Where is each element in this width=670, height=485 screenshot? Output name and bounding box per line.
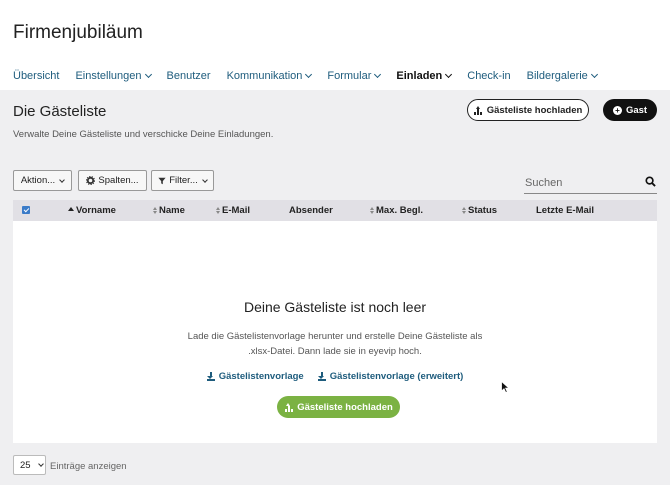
upload-guestlist-label: Gästeliste hochladen bbox=[486, 104, 583, 116]
template-download-link[interactable]: Gästelistenvorlage bbox=[206, 371, 304, 382]
nav-label: Einstellungen bbox=[75, 70, 142, 82]
column-label: E-Mail bbox=[222, 205, 250, 216]
nav-item-benutzer[interactable]: Benutzer bbox=[167, 70, 211, 82]
chevron-down-icon bbox=[201, 176, 208, 183]
column-label: Letzte E-Mail bbox=[536, 205, 595, 216]
nav-label: Kommunikation bbox=[226, 70, 303, 82]
sort-icon bbox=[216, 207, 220, 214]
main-nav: Übersicht Einstellungen Benutzer Kommuni… bbox=[13, 70, 613, 82]
template-link-label: Gästelistenvorlage bbox=[218, 371, 304, 382]
nav-item-check-in[interactable]: Check-in bbox=[467, 70, 510, 82]
column-label: Vorname bbox=[76, 205, 116, 216]
page-title: Die Gästeliste bbox=[13, 103, 107, 120]
template-extended-download-link[interactable]: Gästelistenvorlage (erweitert) bbox=[317, 371, 464, 382]
chevron-down-icon bbox=[305, 70, 313, 79]
column-label: Name bbox=[159, 205, 185, 216]
column-header-max-begl[interactable]: Max. Begl. bbox=[370, 200, 423, 221]
add-guest-button[interactable]: + Gast bbox=[603, 99, 657, 121]
column-label: Status bbox=[468, 205, 498, 216]
filter-dropdown[interactable]: Filter... bbox=[151, 170, 214, 191]
search-input[interactable] bbox=[524, 174, 634, 192]
page-size-value: 25 bbox=[20, 459, 31, 471]
column-header-email[interactable]: E-Mail bbox=[216, 200, 250, 221]
template-extended-link-label: Gästelistenvorlage (erweitert) bbox=[329, 371, 464, 382]
nav-label: Einladen bbox=[396, 70, 443, 82]
column-label: Absender bbox=[289, 205, 333, 216]
plus-circle-icon: + bbox=[612, 105, 622, 115]
column-header-name[interactable]: Name bbox=[153, 200, 185, 221]
page-subtitle: Verwalte Deine Gästeliste und verschicke… bbox=[13, 129, 274, 140]
chevron-down-icon bbox=[37, 461, 44, 467]
upload-icon bbox=[284, 402, 293, 412]
upload-guestlist-main-label: Gästeliste hochladen bbox=[297, 401, 393, 413]
upload-guestlist-main-button[interactable]: Gästeliste hochladen bbox=[277, 396, 400, 418]
nav-item-einstellungen[interactable]: Einstellungen bbox=[75, 70, 152, 82]
columns-dropdown[interactable]: Spalten... bbox=[78, 170, 147, 191]
nav-item-formular[interactable]: Formular bbox=[327, 70, 382, 82]
filter-label: Filter... bbox=[169, 175, 198, 186]
mouse-cursor-icon bbox=[501, 381, 510, 393]
nav-item-einladen[interactable]: Einladen bbox=[396, 70, 453, 82]
top-bar: Firmenjubiläum Übersicht Einstellungen B… bbox=[0, 0, 670, 90]
nav-label: Übersicht bbox=[13, 70, 60, 82]
chevron-down-icon bbox=[374, 70, 382, 79]
download-icon bbox=[206, 372, 215, 381]
empty-state-panel: Deine Gästeliste ist noch leer Lade die … bbox=[13, 221, 657, 443]
nav-label: Bildergalerie bbox=[526, 70, 588, 82]
empty-state-title: Deine Gästeliste ist noch leer bbox=[243, 299, 427, 315]
sort-icon bbox=[462, 207, 466, 214]
table-header: Vorname Name E-Mail Absender Max. Begl. … bbox=[13, 200, 657, 221]
chevron-down-icon bbox=[144, 70, 152, 79]
column-label: Max. Begl. bbox=[376, 205, 423, 216]
nav-label: Check-in bbox=[467, 70, 511, 82]
gear-icon bbox=[86, 176, 96, 185]
actions-label: Aktion... bbox=[20, 175, 56, 186]
select-all-checkbox[interactable] bbox=[22, 206, 30, 214]
nav-label: Benutzer bbox=[166, 70, 211, 82]
chevron-down-icon bbox=[445, 70, 453, 79]
chevron-down-icon bbox=[590, 70, 598, 79]
sort-asc-icon bbox=[68, 207, 74, 211]
search-box bbox=[524, 173, 657, 194]
sort-icon bbox=[153, 207, 157, 214]
app-title: Firmenjubiläum bbox=[13, 22, 143, 43]
chevron-down-icon bbox=[59, 176, 65, 183]
template-links: Gästelistenvorlage Gästelistenvorlage (e… bbox=[13, 371, 657, 382]
upload-icon bbox=[474, 105, 483, 115]
actions-dropdown[interactable]: Aktion... bbox=[13, 170, 72, 191]
empty-state-text: Lade die Gästelistenvorlage herunter und… bbox=[187, 331, 483, 357]
download-icon bbox=[317, 372, 326, 381]
column-header-absender[interactable]: Absender bbox=[289, 200, 333, 221]
sort-icon bbox=[370, 207, 374, 214]
add-guest-label: Gast bbox=[625, 104, 648, 116]
column-header-vorname[interactable]: Vorname bbox=[68, 200, 116, 221]
nav-item-kommunikation[interactable]: Kommunikation bbox=[226, 70, 313, 82]
nav-label: Formular bbox=[327, 70, 372, 82]
nav-item-uebersicht[interactable]: Übersicht bbox=[13, 70, 59, 82]
entries-label: Einträge anzeigen bbox=[50, 461, 127, 472]
filter-icon bbox=[158, 177, 166, 184]
search-icon[interactable] bbox=[645, 176, 656, 187]
columns-label: Spalten... bbox=[98, 175, 139, 186]
column-header-letzte-email[interactable]: Letzte E-Mail bbox=[536, 200, 594, 221]
page-size-select[interactable]: 25 bbox=[13, 455, 46, 475]
upload-guestlist-button[interactable]: Gästeliste hochladen bbox=[467, 99, 589, 121]
nav-item-bildergalerie[interactable]: Bildergalerie bbox=[526, 70, 598, 82]
column-header-status[interactable]: Status bbox=[462, 200, 497, 221]
